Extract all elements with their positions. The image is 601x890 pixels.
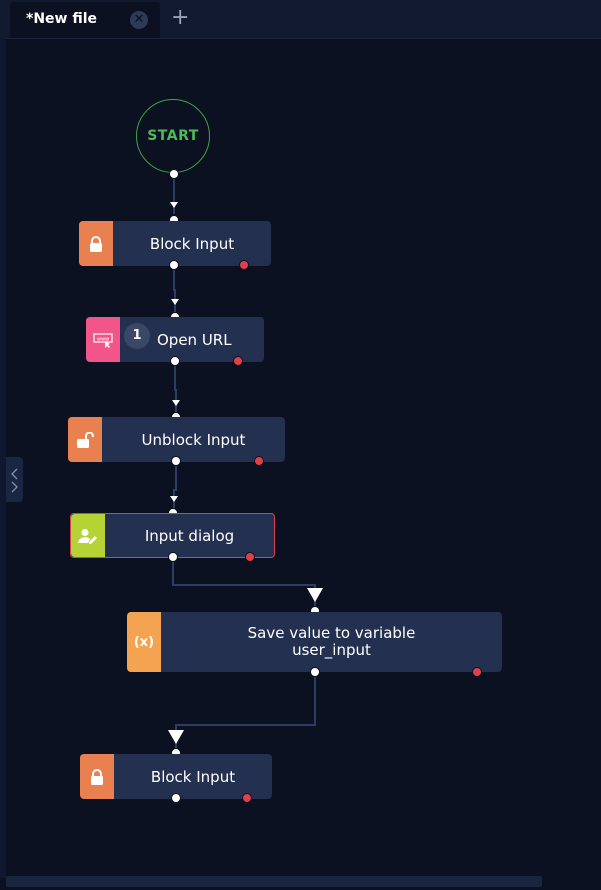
- node-label: Save value to variable user_input: [247, 624, 416, 659]
- start-output-port[interactable]: [169, 169, 179, 179]
- output-port[interactable]: [171, 456, 181, 466]
- step-count-badge: 1: [124, 323, 150, 349]
- www-cursor-icon: www: [86, 317, 120, 362]
- unlock-icon: [68, 417, 102, 462]
- node-label: Open URL: [157, 330, 232, 349]
- arrow-icon: [168, 730, 184, 744]
- output-port[interactable]: [171, 793, 181, 803]
- error-port[interactable]: [242, 793, 252, 803]
- error-port[interactable]: [472, 667, 482, 677]
- start-node[interactable]: START: [136, 99, 210, 173]
- lock-icon: [79, 221, 113, 266]
- start-label: START: [147, 128, 199, 144]
- lock-icon: [80, 754, 114, 799]
- save-variable-node[interactable]: (x) Save value to variable user_input: [127, 612, 502, 672]
- arrow-icon: [171, 299, 179, 305]
- arrow-icon: [307, 588, 323, 602]
- node-label: Block Input: [149, 234, 235, 253]
- error-port[interactable]: [254, 456, 264, 466]
- output-port[interactable]: [169, 260, 179, 270]
- error-port[interactable]: [239, 260, 249, 270]
- variable-icon: (x): [127, 612, 161, 672]
- arrow-icon: [170, 202, 178, 208]
- output-port[interactable]: [310, 667, 320, 677]
- output-port[interactable]: [168, 552, 178, 562]
- error-port[interactable]: [245, 552, 255, 562]
- output-port[interactable]: [170, 356, 180, 366]
- svg-text:www: www: [97, 336, 109, 342]
- error-port[interactable]: [233, 356, 243, 366]
- arrow-icon: [172, 400, 180, 406]
- horizontal-scrollbar[interactable]: [6, 876, 542, 887]
- node-label: Input dialog: [144, 526, 235, 545]
- arrow-icon: [170, 496, 178, 502]
- user-edit-icon: [71, 514, 105, 557]
